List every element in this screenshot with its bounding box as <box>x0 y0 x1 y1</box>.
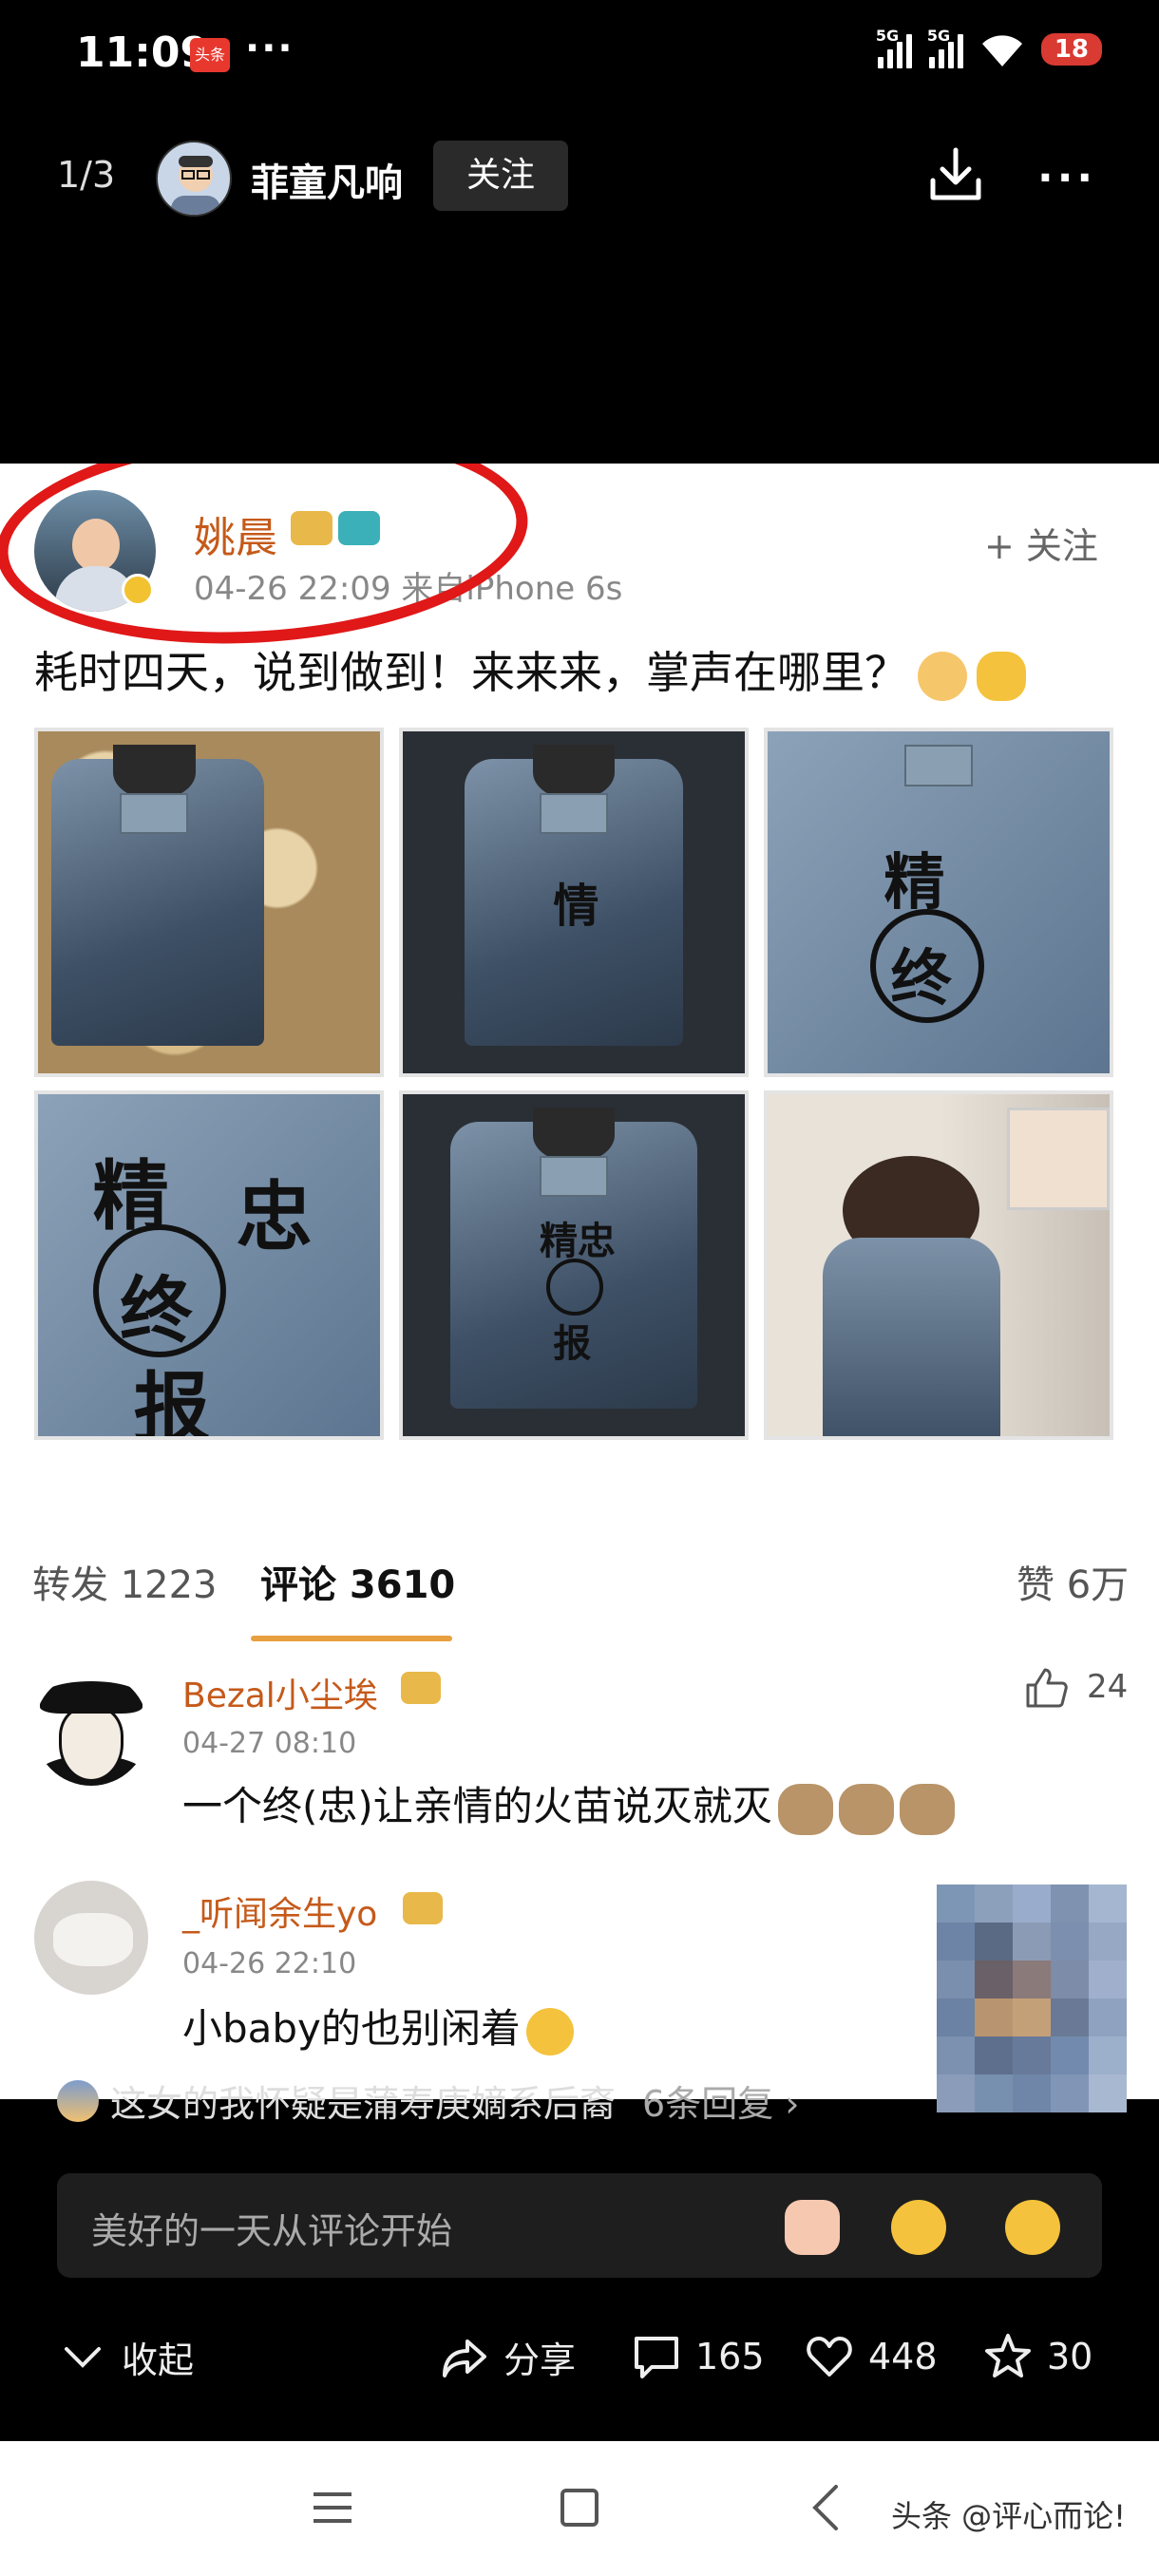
chevron-down-icon <box>65 2346 101 2368</box>
wifi-icon <box>981 35 1022 66</box>
reply-preview[interactable]: 这女的我怀疑是蒲寿庚嫡系后裔 6条回复 › <box>57 2074 799 2127</box>
comment-text: 一个终(忠)让亲情的火苗说灭就灭 <box>182 1774 955 1835</box>
share-icon <box>443 2339 486 2377</box>
tab-likes: 赞 6万 <box>1016 1563 1130 1607</box>
tab-comments: 评论 3610 <box>260 1563 456 1607</box>
cat-emoji-icon <box>838 1783 894 1835</box>
author-avatar[interactable] <box>156 141 232 217</box>
reply-avatar <box>57 2079 99 2122</box>
signal-icon: 5G <box>927 27 963 68</box>
comment-icon <box>635 2337 678 2378</box>
back-icon[interactable] <box>809 2481 842 2534</box>
photo-grid: 情 精 终 精 忠 终 报 精忠 报 <box>34 728 1127 1440</box>
favorite-button[interactable]: 30 <box>982 2331 1092 2382</box>
heart-icon <box>807 2337 852 2377</box>
status-bar: 11:09 头条 ··· 5G 5G 18 <box>0 0 1159 112</box>
weibo-follow-label: + 关注 <box>984 525 1098 567</box>
photo-4: 精 忠 终 报 <box>34 1090 384 1440</box>
laughing-emoji-icon <box>525 2007 574 2055</box>
commenter-name: _听闻余生yo <box>182 1895 378 1934</box>
comment-time: 04-27 08:10 <box>182 1727 357 1760</box>
cat-emoji-icon <box>777 1783 833 1835</box>
status-indicators: 5G 5G 18 <box>876 27 1102 68</box>
photo-6 <box>764 1090 1113 1440</box>
comment-tabs: 转发 1223 评论 3610 赞 6万 <box>0 1541 1159 1626</box>
crying-laughing-emoji-icon[interactable] <box>1005 2200 1060 2255</box>
commenter-avatar <box>34 1881 148 1995</box>
toutiao-app-icon: 头条 <box>190 38 230 72</box>
comment-input-placeholder: 美好的一天从评论开始 <box>91 2210 453 2252</box>
notification-more-icon: ··· <box>245 27 294 70</box>
like-button[interactable]: 448 <box>804 2331 938 2382</box>
commenter-avatar <box>34 1672 148 1786</box>
commenter-name: Bezal小尘埃 <box>182 1676 378 1715</box>
source-watermark: 头条 @评心而论! <box>891 2498 1127 2534</box>
red-highlight-circle <box>0 464 536 661</box>
download-icon[interactable] <box>927 144 984 205</box>
system-navigation-bar: 头条 @评心而论! <box>0 2441 1159 2576</box>
follow-button[interactable]: 关注 <box>433 141 568 211</box>
comment-button[interactable]: 165 <box>631 2331 765 2382</box>
clap-emoji-icon <box>977 651 1026 701</box>
page-counter: 1/3 <box>57 154 116 196</box>
comment-like-count: 24 <box>1087 1668 1129 1706</box>
share-button[interactable]: 分享 <box>439 2331 576 2383</box>
home-icon[interactable] <box>560 2489 598 2527</box>
finger-heart-emoji-icon[interactable] <box>785 2200 840 2255</box>
weibo-text: 耗时四天，说到做到！来来来，掌声在哪里？ <box>34 638 1026 701</box>
mosaic-blur <box>937 1885 1127 2114</box>
photo-3: 精 终 <box>764 728 1113 1077</box>
cat-emoji-icon <box>899 1783 955 1835</box>
author-name[interactable]: 菲童凡响 <box>251 152 403 207</box>
action-bar: 收起 分享 165 448 30 <box>0 2308 1159 2403</box>
comments-list: Bezal小尘埃 04-27 08:10 一个终(忠)让亲情的火苗说灭就灭 24… <box>0 1643 1159 2112</box>
photo-1 <box>34 728 384 1077</box>
comment-time: 04-26 22:10 <box>182 1947 357 1980</box>
crown-icon <box>401 1672 441 1704</box>
tab-repost: 转发 1223 <box>32 1563 218 1607</box>
photo-2: 情 <box>399 728 749 1077</box>
battery-indicator: 18 <box>1040 33 1102 66</box>
recent-apps-icon[interactable] <box>312 2489 353 2527</box>
tab-underline <box>251 1636 452 1641</box>
doge-emoji-icon <box>918 651 967 701</box>
thumbs-up-icon <box>1026 1668 1068 1708</box>
reply-count[interactable]: 6条回复 › <box>642 2074 799 2127</box>
star-icon <box>985 2334 1031 2377</box>
comment-input[interactable]: 美好的一天从评论开始 <box>57 2173 1102 2278</box>
crown-icon <box>403 1892 443 1924</box>
photo-5: 精忠 报 <box>399 1090 749 1440</box>
collapse-button[interactable]: 收起 <box>57 2331 194 2383</box>
more-icon[interactable]: ··· <box>1037 154 1096 202</box>
grinning-emoji-icon[interactable] <box>891 2200 946 2255</box>
signal-icon: 5G <box>876 27 912 68</box>
reply-text: 这女的我怀疑是蒲寿庚嫡系后裔 <box>110 2083 617 2125</box>
comment-text: 小baby的也别闲着 <box>182 1997 574 2055</box>
